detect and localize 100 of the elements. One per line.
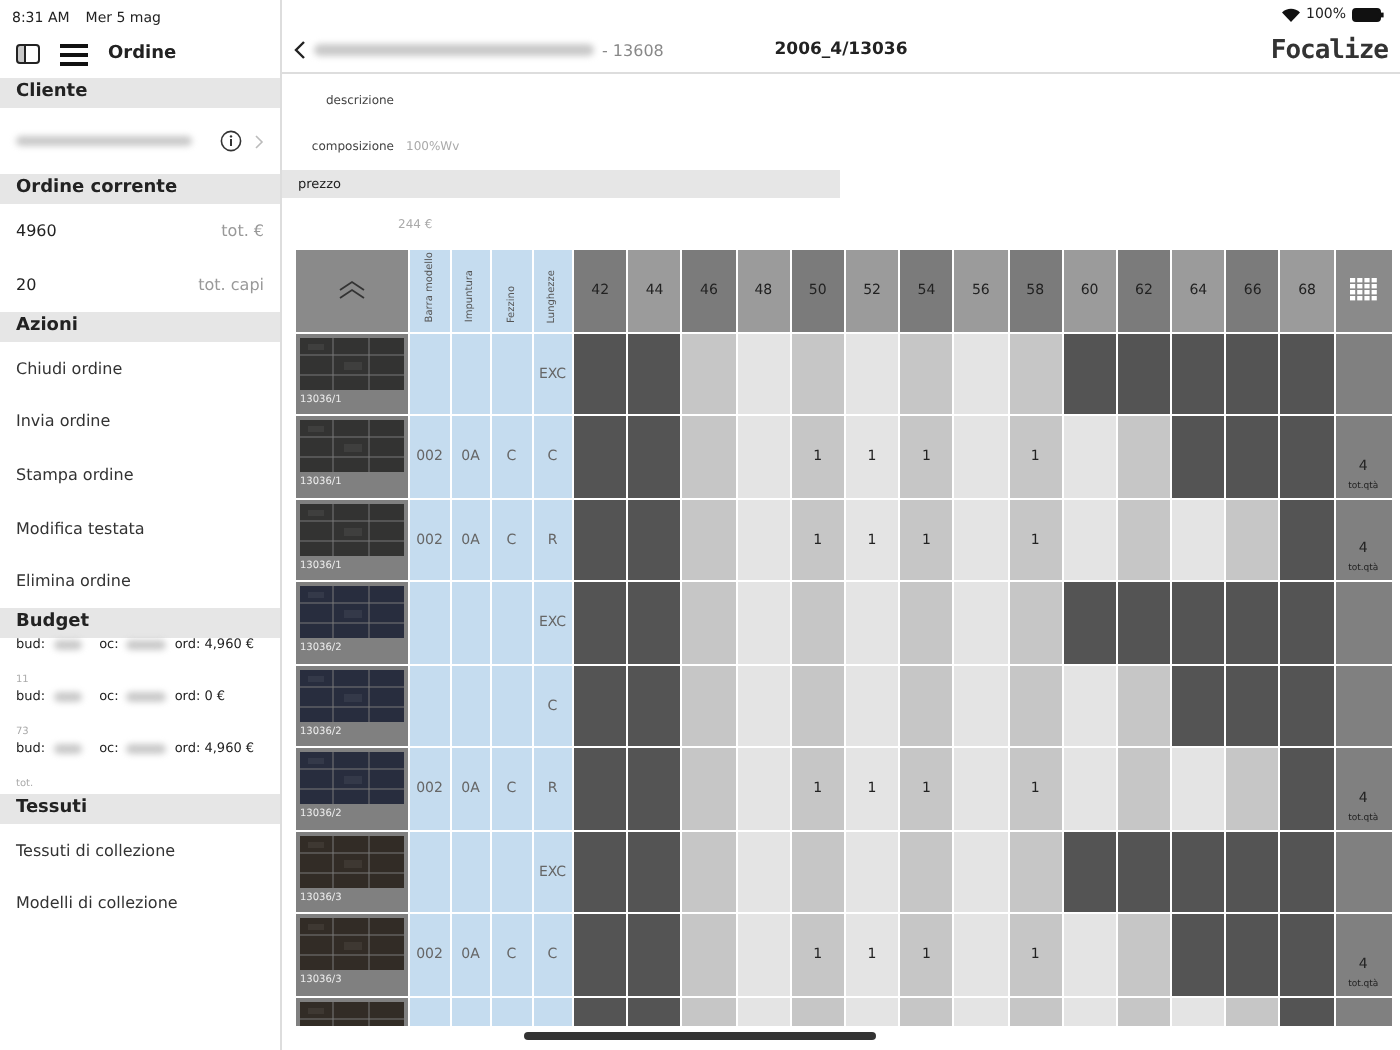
unavailable-cell [574, 333, 627, 414]
quantity-cell[interactable] [1009, 582, 1062, 663]
quantity-cell[interactable] [1009, 665, 1062, 746]
quantity-cell[interactable] [1009, 333, 1062, 414]
unavailable-cell [1172, 665, 1225, 746]
quantity-cell[interactable] [682, 914, 736, 995]
unavailable-cell [1226, 416, 1279, 497]
grid-icon[interactable] [1349, 278, 1378, 303]
unavailable-cell [1063, 582, 1116, 663]
total-label: tot. € [221, 222, 264, 240]
menu-item[interactable]: Modifica testata [16, 519, 145, 538]
quantity-cell[interactable] [737, 831, 790, 912]
blurred-text [53, 639, 82, 650]
quantity-cell[interactable] [954, 333, 1007, 414]
quantity-cell[interactable] [1117, 665, 1171, 746]
quantity-cell[interactable] [954, 831, 1007, 912]
option-cell [492, 582, 531, 663]
quantity-cell[interactable] [900, 333, 953, 414]
quantity-cell[interactable] [954, 582, 1007, 663]
quantity-cell[interactable] [682, 333, 736, 414]
quantity-cell[interactable] [1063, 416, 1116, 497]
menu-item[interactable]: Modelli di collezione [16, 894, 178, 913]
unavailable-cell [1280, 333, 1334, 414]
quantity-cell[interactable] [737, 665, 790, 746]
unavailable-cell [628, 914, 681, 995]
option-cell [410, 333, 449, 414]
quantity-cell[interactable] [1172, 499, 1225, 580]
quantity-cell[interactable] [682, 831, 736, 912]
quantity-cell[interactable] [682, 665, 736, 746]
quantity-cell[interactable] [737, 333, 790, 414]
quantity-cell[interactable] [845, 582, 899, 663]
quantity-cell[interactable] [900, 582, 953, 663]
quantity-cell[interactable] [1172, 748, 1225, 829]
unavailable-cell [1280, 665, 1334, 746]
unavailable-cell [574, 831, 627, 912]
option-cell [410, 665, 449, 746]
quantity-cell[interactable] [1117, 748, 1171, 829]
unavailable-cell [1280, 748, 1334, 829]
menu-item[interactable]: Stampa ordine [16, 465, 134, 484]
quantity-cell[interactable] [1117, 914, 1171, 995]
quantity-cell[interactable] [682, 748, 736, 829]
chevron-right-icon[interactable] [254, 133, 264, 149]
menu-item[interactable]: Invia ordine [16, 412, 111, 431]
total-value: 4960 [16, 222, 57, 240]
quantity-cell[interactable] [791, 831, 844, 912]
unavailable-cell [1226, 831, 1279, 912]
quantity-cell[interactable] [1063, 665, 1116, 746]
blurred-text [126, 691, 167, 702]
unavailable-cell [1226, 582, 1279, 663]
option-cell [451, 831, 490, 912]
quantity-cell[interactable] [845, 831, 899, 912]
quantity-cell[interactable] [1226, 499, 1279, 580]
quantity-cell[interactable] [737, 582, 790, 663]
quantity-cell[interactable] [954, 416, 1007, 497]
section-header: Cliente [0, 78, 280, 108]
quantity-cell[interactable] [1117, 499, 1171, 580]
quantity-cell[interactable] [1063, 748, 1116, 829]
quantity-cell[interactable] [1063, 499, 1116, 580]
quantity-cell[interactable] [1009, 831, 1062, 912]
unavailable-cell [628, 831, 681, 912]
quantity-cell[interactable] [954, 914, 1007, 995]
quantity-cell[interactable] [737, 416, 790, 497]
info-icon[interactable] [220, 130, 242, 152]
quantity-cell[interactable] [737, 748, 790, 829]
quantity-cell[interactable] [737, 499, 790, 580]
unavailable-cell [1226, 333, 1279, 414]
menu-item[interactable]: Chiudi ordine [16, 359, 123, 378]
sidebar-toggle-icon[interactable] [16, 44, 40, 64]
quantity-cell[interactable] [737, 914, 790, 995]
quantity-cell[interactable] [954, 748, 1007, 829]
quantity-cell[interactable] [954, 499, 1007, 580]
quantity-cell[interactable] [791, 582, 844, 663]
quantity-cell[interactable] [900, 665, 953, 746]
unavailable-cell [1063, 333, 1116, 414]
option-cell [451, 665, 490, 746]
unavailable-cell [1280, 416, 1334, 497]
quantity-cell[interactable] [1063, 914, 1116, 995]
quantity-cell[interactable] [1117, 416, 1171, 497]
unavailable-cell [1172, 416, 1225, 497]
unavailable-cell [1172, 914, 1225, 995]
unavailable-cell [628, 665, 681, 746]
quantity-cell[interactable] [845, 665, 899, 746]
back-icon[interactable] [294, 40, 306, 60]
menu-item[interactable]: Elimina ordine [16, 572, 131, 591]
collapse-icon[interactable] [338, 280, 366, 301]
quantity-cell[interactable] [682, 582, 736, 663]
menu-icon[interactable] [60, 43, 88, 65]
quantity-cell[interactable] [682, 416, 736, 497]
quantity-cell[interactable] [1226, 748, 1279, 829]
quantity-cell[interactable] [791, 665, 844, 746]
quantity-cell[interactable] [954, 665, 1007, 746]
quantity-cell[interactable] [682, 499, 736, 580]
unavailable-cell [1280, 914, 1334, 995]
option-cell [492, 333, 531, 414]
unavailable-cell [574, 665, 627, 746]
blurred-text [53, 743, 82, 754]
quantity-cell[interactable] [900, 831, 953, 912]
menu-item[interactable]: Tessuti di collezione [16, 841, 176, 860]
quantity-cell[interactable] [791, 333, 844, 414]
quantity-cell[interactable] [845, 333, 899, 414]
